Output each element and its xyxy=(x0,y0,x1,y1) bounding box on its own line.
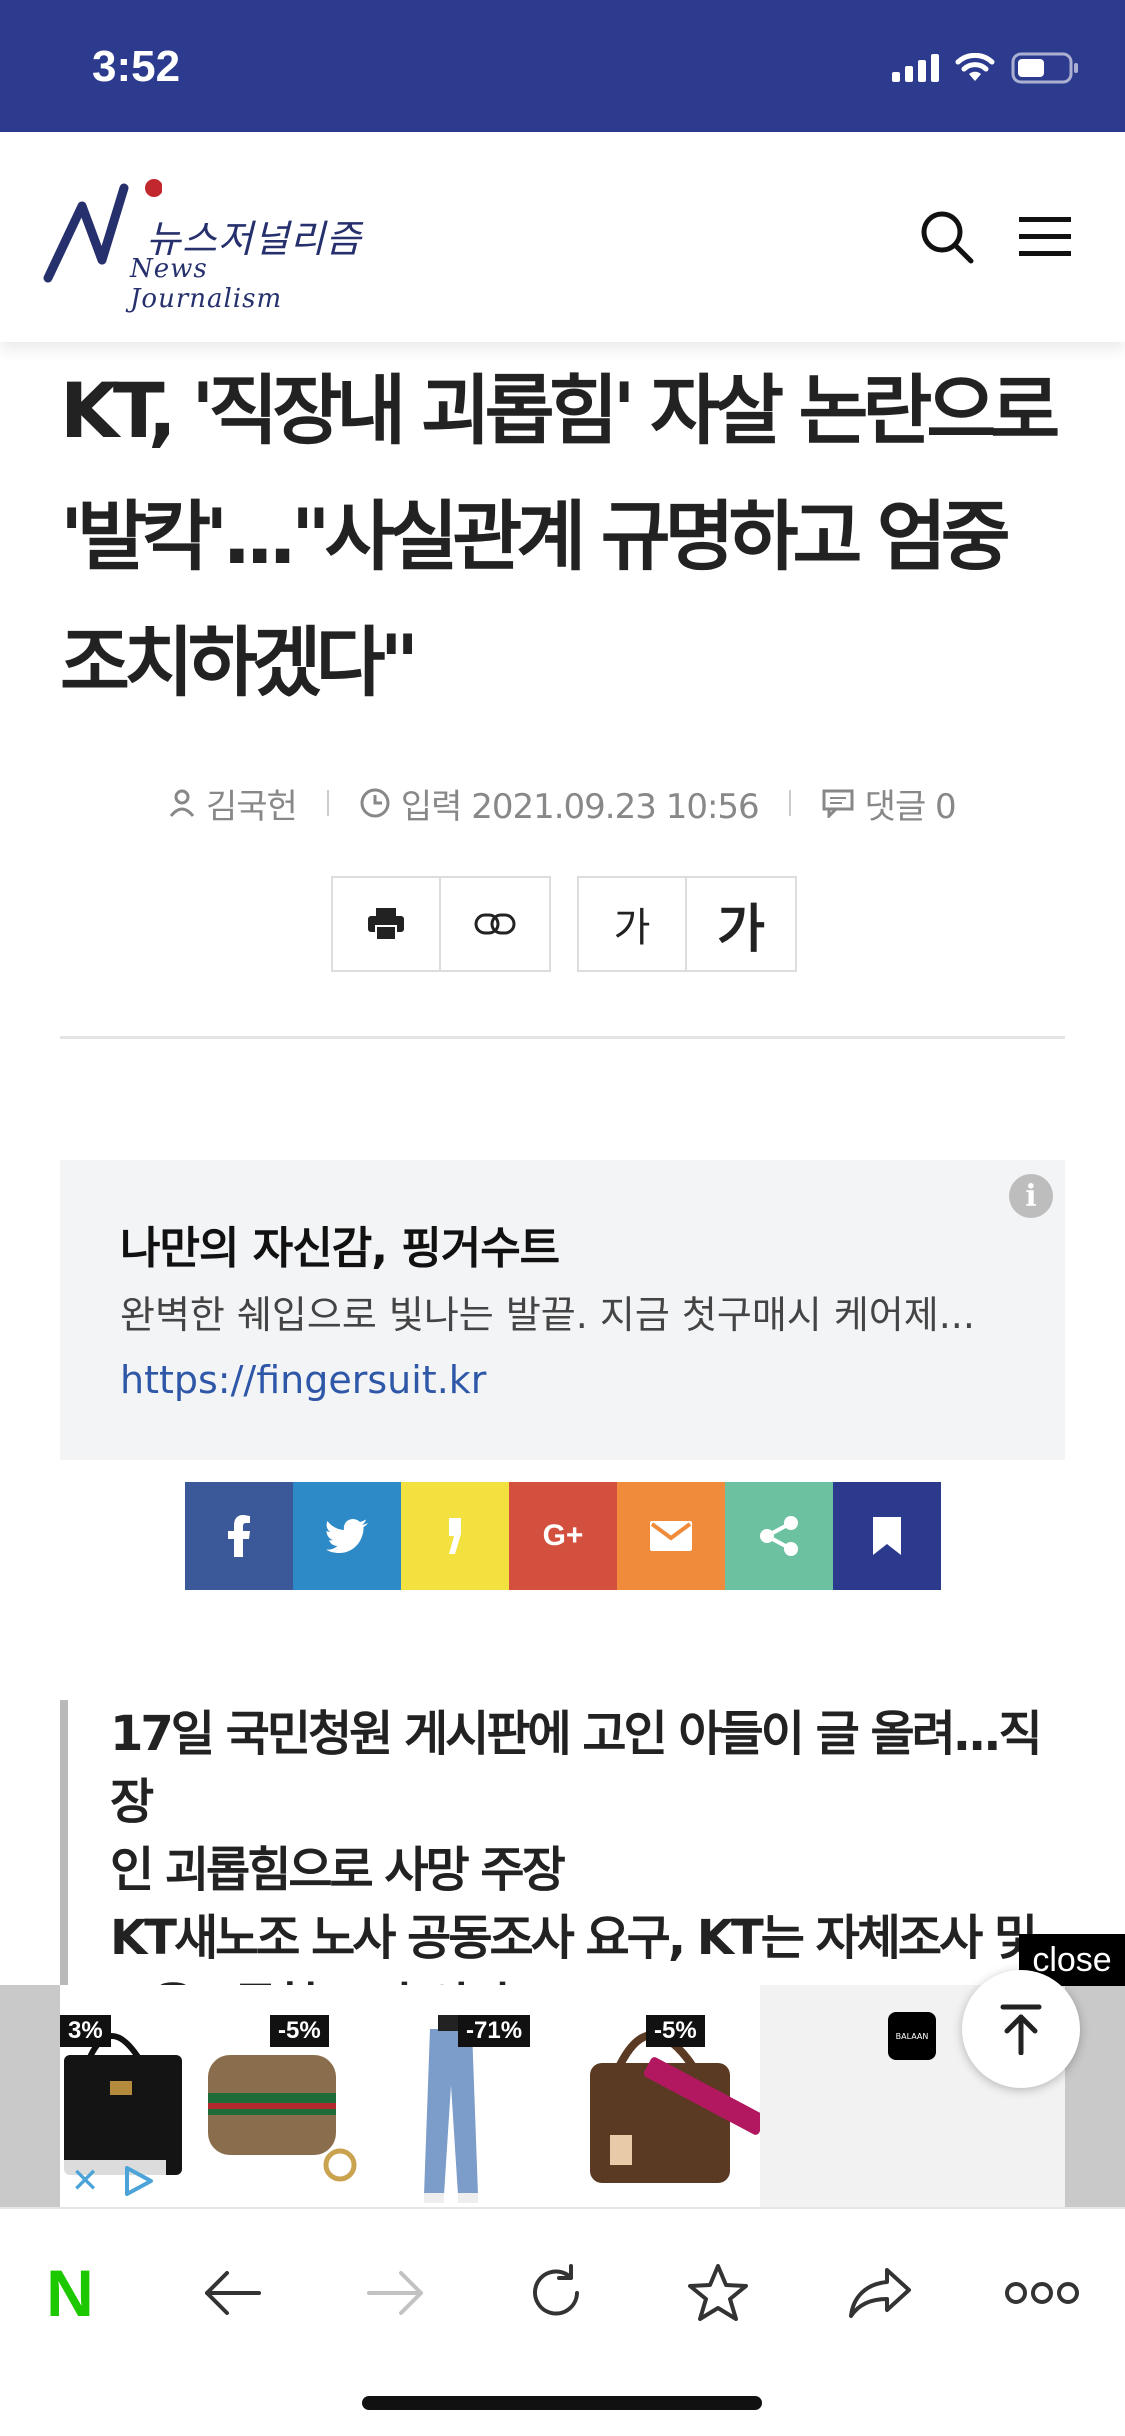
comment-count[interactable]: 댓글 0 xyxy=(865,779,957,828)
kakaostory-icon xyxy=(449,1518,461,1554)
ad-url-link[interactable]: https://fingersuit.kr xyxy=(120,1358,486,1402)
article-title: KT, '직장내 괴롭힘' 자살 논란으로 '발칵'..."사실관계 규명하고 … xyxy=(60,348,1080,726)
wifi-icon xyxy=(955,53,995,81)
site-logo[interactable]: 뉴스저널리즘 News Journalism xyxy=(42,170,362,314)
discount-badge: -5% xyxy=(270,2015,329,2047)
comment-icon xyxy=(821,788,855,818)
share-icon xyxy=(760,1516,798,1556)
discount-badge: -5% xyxy=(646,2015,705,2047)
product-item[interactable]: -5% xyxy=(580,1985,780,2207)
twitter-icon xyxy=(326,1519,368,1553)
naver-logo-icon: N xyxy=(46,2256,94,2330)
brand-logo[interactable]: BALAAN xyxy=(888,2012,936,2060)
clock-icon xyxy=(359,787,391,819)
adchoices-badge[interactable]: ✕ xyxy=(60,2160,166,2202)
adchoices-icon xyxy=(125,2166,154,2196)
discount-badge: -71% xyxy=(458,2015,531,2047)
bookmark-button[interactable] xyxy=(833,1482,941,1590)
site-header: 뉴스저널리즘 News Journalism xyxy=(0,132,1125,342)
more-dots-icon xyxy=(1005,2282,1079,2304)
facebook-share-button[interactable] xyxy=(185,1482,293,1590)
summary-line: 인 괴롭힘으로 사망 주장 xyxy=(110,1842,566,1898)
print-button[interactable] xyxy=(333,878,441,970)
status-time: 3:52 xyxy=(92,42,181,91)
product-item[interactable]: -71% xyxy=(390,1985,531,2207)
bookmark-icon xyxy=(873,1517,901,1555)
author-name: 김국헌 xyxy=(206,786,298,827)
article-title-line: 조치하겠다" xyxy=(60,618,419,707)
share-bar: G+ xyxy=(185,1482,941,1590)
scroll-to-top-button[interactable] xyxy=(962,1970,1080,2088)
googleplus-share-button[interactable]: G+ xyxy=(509,1482,617,1590)
share-arrow-icon xyxy=(849,2268,911,2318)
font-size-tools: 가 가 xyxy=(577,876,797,972)
share-page-button[interactable] xyxy=(840,2253,920,2333)
arrow-up-icon xyxy=(1000,2004,1042,2055)
home-indicator[interactable] xyxy=(362,2396,762,2410)
ad-info-icon[interactable]: i xyxy=(1009,1174,1053,1218)
article-meta: 김국헌 입력 2021.09.23 10:56 댓글 0 xyxy=(168,779,968,828)
summary-line: 17일 국민청원 게시판에 고인 아들이 글 올려...직장 xyxy=(110,1706,1043,1830)
summary-line: KT새노조 노사 공동조사 요구, KT는 자체조사 및 xyxy=(110,1910,1038,1966)
reload-icon xyxy=(533,2264,579,2316)
status-bar: 3:52 xyxy=(0,0,1125,132)
cellular-signal-icon xyxy=(892,54,939,82)
article-title-line: KT, '직장내 괴롭힘' 자살 논란으로 xyxy=(60,366,1060,455)
status-icons xyxy=(892,52,1081,84)
star-icon xyxy=(688,2264,748,2321)
bookmark-star-button[interactable] xyxy=(678,2253,758,2333)
battery-icon xyxy=(1011,52,1078,84)
publish-date: 입력 2021.09.23 10:56 xyxy=(400,786,760,827)
email-share-button[interactable] xyxy=(617,1482,725,1590)
twitter-share-button[interactable] xyxy=(293,1482,401,1590)
more-options-button[interactable] xyxy=(1002,2253,1082,2333)
discount-badge: 3% xyxy=(60,2015,111,2047)
search-button[interactable] xyxy=(912,202,982,272)
search-icon xyxy=(921,211,974,264)
forward-button[interactable] xyxy=(355,2253,435,2333)
naver-home-button[interactable]: N xyxy=(30,2253,110,2333)
link-icon xyxy=(474,913,516,935)
logo-english-text: News Journalism xyxy=(130,254,283,314)
googleplus-icon: G+ xyxy=(542,1519,584,1552)
font-increase-button[interactable]: 가 xyxy=(687,878,795,970)
product-item[interactable]: -5% xyxy=(200,1985,360,2207)
arrow-left-icon xyxy=(205,2271,261,2315)
menu-button[interactable] xyxy=(1010,202,1080,272)
font-decrease-button[interactable]: 가 xyxy=(579,878,687,970)
article-title-line: '발칵'..."사실관계 규명하고 엄중 xyxy=(60,492,1011,581)
ad-card[interactable]: i 나만의 자신감, 핑거수트 완벽한 쉐입으로 빛나는 발끝. 지금 첫구매시… xyxy=(60,1160,1065,1460)
arrow-right-icon xyxy=(367,2271,423,2315)
author-icon xyxy=(168,788,196,818)
kakaostory-share-button[interactable] xyxy=(401,1482,509,1590)
meta-divider xyxy=(788,790,791,816)
back-button[interactable] xyxy=(193,2253,273,2333)
ad-description[interactable]: 완벽한 쉐입으로 빛나는 발끝. 지금 첫구매시 케어제... xyxy=(120,1284,1020,1339)
copy-link-button[interactable] xyxy=(441,878,549,970)
ad-title[interactable]: 나만의 자신감, 핑거수트 xyxy=(120,1212,560,1276)
hamburger-menu-icon xyxy=(1019,217,1071,256)
reload-button[interactable] xyxy=(516,2253,596,2333)
divider xyxy=(60,1036,1065,1039)
product-banner-ad[interactable]: 3% -5% -71% -5% xyxy=(0,1985,1125,2207)
article-tools xyxy=(331,876,551,972)
ad-close-x-icon[interactable]: ✕ xyxy=(71,2161,100,2201)
meta-divider xyxy=(326,790,329,816)
email-icon xyxy=(650,1521,692,1551)
facebook-icon xyxy=(228,1515,250,1557)
print-icon xyxy=(368,908,404,941)
share-button[interactable] xyxy=(725,1482,833,1590)
